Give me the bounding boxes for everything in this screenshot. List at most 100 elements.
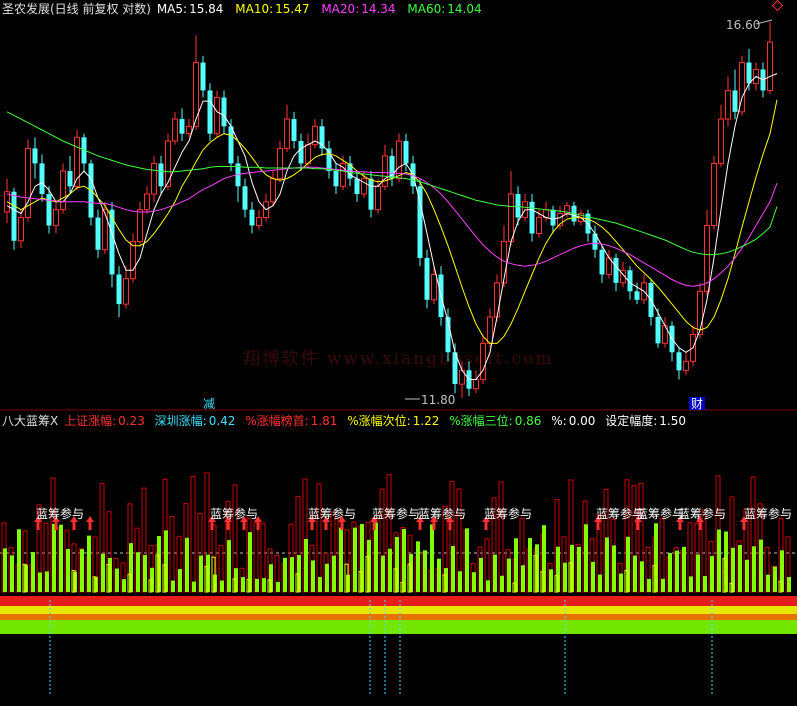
indicator-green-bar [493,554,497,592]
candle-body [487,316,493,344]
candle-body [424,257,430,300]
candle-body [179,119,185,134]
candle-body [725,89,731,120]
indicator-green-bar [101,553,105,592]
indicator-green-bar [598,574,602,592]
indicator-green-bar [416,541,420,592]
indicator-green-bar [10,555,14,592]
candle-body [361,178,367,195]
indicator-green-bar [612,545,616,592]
indicator-green-bar [437,558,441,592]
signal-arrow-stem [36,522,40,530]
indicator-green-bar [675,550,679,592]
candle-body [39,163,45,195]
candle-body [256,217,262,227]
candle-body [18,217,24,242]
candle-body [60,170,66,211]
candle-body [403,141,409,164]
candle-body [200,62,206,91]
signal-arrow-stem [242,522,246,530]
candle-body [123,278,129,305]
candle-body [536,217,542,235]
indicator-green-bar [255,578,259,592]
indicator-green-bar [423,550,427,592]
indicator-green-bar [388,548,392,592]
candle-body [431,273,437,301]
indicator-green-bar [787,577,791,592]
candle-body [109,209,115,275]
candle-body [473,378,479,390]
indicator-green-bar [528,538,532,592]
signal-arrow-stem [742,522,746,530]
signal-label: 蓝筹参与 [210,506,258,521]
indicator-green-bar [276,581,280,592]
candle-body [375,185,381,211]
indicator-green-bar [563,562,567,592]
signal-arrow-icon [86,516,94,522]
indicator-green-bar [647,578,651,592]
indicator-green-bar [682,546,686,592]
indicator-green-bar [500,575,504,592]
indicator-green-bar [710,556,714,592]
candle-body [130,241,136,280]
bluechip-indicator: 蓝筹参与 蓝筹参与 蓝筹参与 蓝筹参与蓝筹参与 蓝筹参与 蓝筹参与蓝筹参与蓝筹参与 蓝筹参与 [0,472,797,695]
candle-body [228,126,234,164]
candle-body [67,171,73,187]
candle-body [207,90,213,134]
candle-body [508,193,514,243]
signal-label: 蓝筹参与 [636,506,684,521]
candle-body [284,118,290,149]
signal-arrow-stem [448,522,452,530]
candle-body [354,178,360,195]
candle-body [242,186,248,210]
signal-label: 蓝筹参与 [308,506,356,521]
candle-body [655,317,661,344]
candle-body [305,144,311,164]
indicator-red-bar [316,483,322,593]
signal-arrow-stem [324,522,328,530]
indicator-green-bar [381,555,385,592]
indicator-green-bar [262,578,266,592]
candle-body [249,209,255,226]
candle-body [382,155,388,187]
indicator-green-bar [773,566,777,592]
candle-body [32,148,38,164]
moving-averages [6,73,778,380]
indicator-green-bar [339,527,343,592]
indicator-red-bar [498,481,504,593]
indicator-green-bar [318,577,322,592]
signal-label: 蓝筹参与 [372,506,420,521]
indicator-green-bar [136,552,140,592]
low-price-label: 11.80 [421,393,455,407]
indicator-green-bar [668,553,672,592]
candle-body [613,257,619,283]
candle-body [172,118,178,142]
candle-body [11,191,17,241]
signal-arrow-stem [678,522,682,530]
signal-arrow-stem [432,522,436,530]
indicator-green-bar [717,529,721,592]
indicator-green-bar [283,557,287,592]
indicator-green-bar [752,546,756,592]
candle-body [718,118,724,164]
indicator-green-bar [199,555,203,592]
signal-arrow-stem [226,522,230,530]
candle-body [480,342,486,380]
indicator-green-bar [325,563,329,592]
signal-label: 蓝筹参与 [484,506,532,521]
indicator-green-bar [59,524,63,592]
signal-label: 蓝筹参与 [36,506,84,521]
candle-body [46,194,52,226]
candle-body [767,41,773,91]
indicator-green-bar [353,527,357,592]
indicator-green-bar [17,529,21,592]
indicator-green-bar [122,579,126,592]
ma5-line [6,73,778,380]
signal-arrow-stem [88,522,92,530]
candle-body [634,291,640,300]
indicator-green-bar [192,581,196,592]
indicator-green-bar [696,554,700,592]
candle-body [116,274,122,305]
indicator-green-bar [521,565,525,592]
signal-arrow-stem [54,522,58,530]
